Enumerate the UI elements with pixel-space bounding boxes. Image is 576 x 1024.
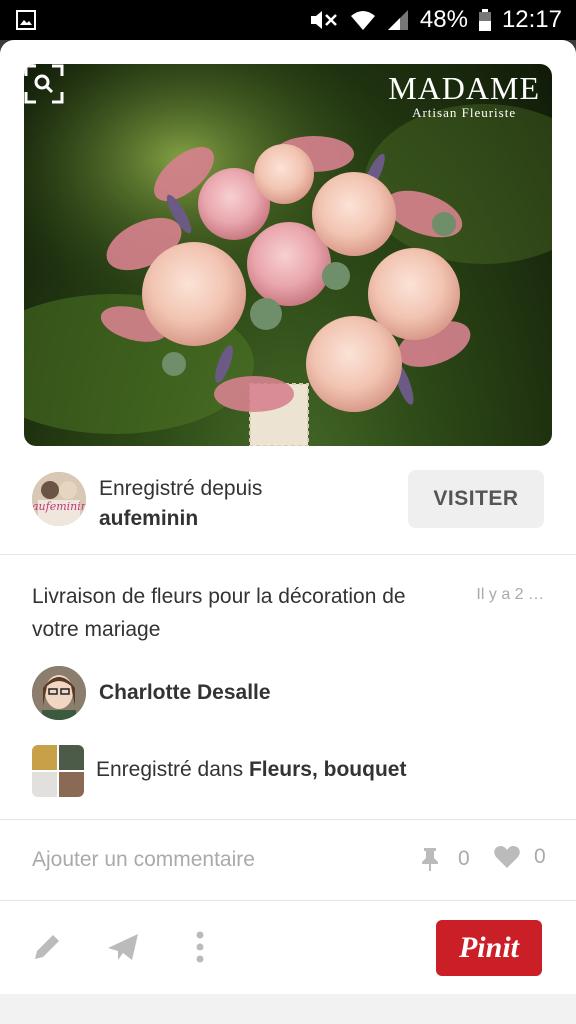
source-info[interactable]: Enregistré depuis aufeminin — [99, 474, 262, 534]
board-info[interactable]: Enregistré dans Fleurs, bouquet — [96, 758, 406, 782]
pin-icon — [422, 848, 438, 871]
source-name: aufeminin — [99, 507, 199, 530]
mute-icon — [310, 11, 337, 29]
source-label: Enregistré depuis — [99, 477, 263, 500]
divider — [0, 554, 576, 555]
brand-watermark: MADAME Artisan Fleuriste — [388, 70, 540, 121]
image-icon — [16, 10, 36, 30]
more-icon[interactable] — [183, 930, 217, 964]
battery-percent: 48% — [419, 6, 468, 33]
visit-button[interactable]: VISITER — [408, 470, 544, 528]
signal-icon — [387, 10, 408, 30]
divider — [0, 819, 576, 820]
time-ago: Il y a 2 … — [476, 586, 544, 603]
source-row: aufeminin Enregistré depuis aufeminin VI… — [0, 470, 576, 554]
source-avatar[interactable]: aufeminin — [32, 472, 86, 526]
comment-input[interactable]: Ajouter un commentaire — [32, 848, 255, 872]
board-prefix: Enregistré dans — [96, 758, 244, 781]
send-icon[interactable] — [106, 930, 140, 964]
wifi-icon — [350, 11, 375, 30]
pin-description: Livraison de fleurs pour la décoration d… — [32, 585, 406, 641]
like-count: 0 — [534, 845, 546, 868]
bottom-strip — [0, 994, 576, 1024]
like-stat[interactable]: 0 — [494, 845, 546, 869]
pin-card: MADAME Artisan Fleuriste aufeminin Enreg… — [0, 40, 576, 1024]
board-thumb-tile — [32, 745, 57, 770]
pinner-avatar[interactable] — [32, 666, 86, 720]
repin-count: 0 — [458, 847, 470, 870]
board-thumb-tile — [59, 772, 84, 797]
edit-icon[interactable] — [30, 930, 64, 964]
brand-name: MADAME — [388, 70, 540, 106]
brand-subtitle: Artisan Fleuriste — [412, 105, 517, 120]
pin-image[interactable]: MADAME Artisan Fleuriste — [24, 64, 552, 446]
board-thumb-tile — [32, 772, 57, 797]
repin-stat[interactable]: 0 — [416, 845, 470, 873]
heart-icon — [494, 846, 520, 868]
board-thumb-tile — [59, 745, 84, 770]
bouquet-illustration — [24, 64, 552, 446]
board-thumbnail[interactable] — [32, 745, 84, 797]
status-bar: 48% 12:17 — [0, 0, 576, 40]
source-avatar-label: aufeminin — [32, 500, 86, 513]
pinner-name[interactable]: Charlotte Desalle — [99, 681, 271, 705]
clock: 12:17 — [501, 6, 562, 33]
visual-search-icon[interactable] — [24, 64, 64, 104]
action-bar: Pinit — [0, 900, 576, 994]
board-name: Fleurs, bouquet — [248, 758, 407, 781]
pinit-button[interactable]: Pinit — [436, 920, 542, 976]
battery-icon — [478, 9, 491, 31]
